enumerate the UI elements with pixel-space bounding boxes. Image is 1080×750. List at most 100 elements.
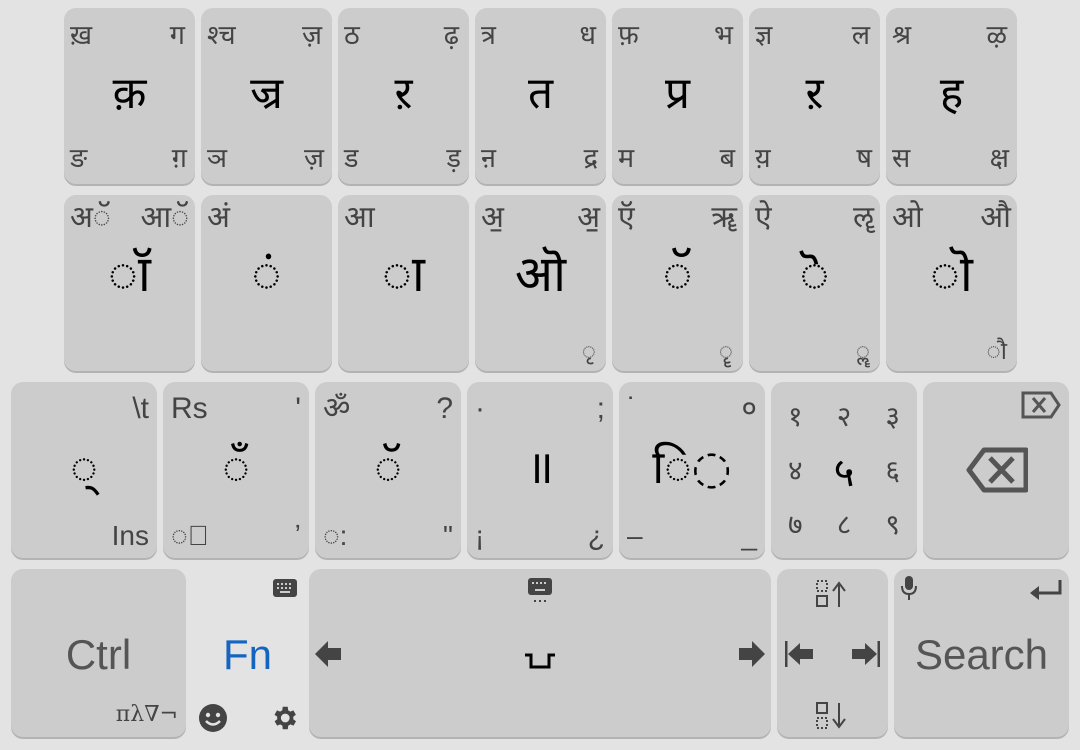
enter-icon[interactable] [1029,579,1063,601]
key-top-right: आॅ [140,200,189,235]
search-label: Search [914,631,1049,678]
key-top-right: ? [436,392,453,425]
key-top-right: औ [980,200,1011,235]
key-bottom-right: ज़ [303,143,324,174]
key-top-left: Rs [171,392,208,425]
fn-label[interactable]: Fn [190,631,305,679]
key-bottom-right: ʼ [294,520,301,551]
search-key[interactable]: Search [894,569,1069,737]
key-top-right: ज़ [301,20,322,51]
fn-area[interactable]: Fn [190,569,305,737]
key-bottom-left: ◌॒ [171,520,209,551]
key-bottom-right: ◌ॄ [718,337,733,365]
numpad-digit: ७ [788,507,803,541]
numpad-digit: ८ [836,507,852,541]
key-top-left: ॐ [323,392,351,425]
space-key[interactable] [309,569,771,737]
key-row2-2[interactable]: आ ◌ा [338,195,469,371]
key-row2-4[interactable]: ऍ ॠ ◌ॅ ◌ॄ [612,195,743,371]
microphone-icon[interactable] [900,575,918,601]
key-row2-0[interactable]: अॅ आॅ ◌ॉ [64,195,195,371]
numpad-key[interactable]: १२३ ४५६ ७८९ [771,382,917,558]
key-top-left: फ़ [618,20,639,51]
key-main: ◌ॆ [799,245,830,303]
key-main: ◌ॅ [662,245,693,303]
emoji-icon[interactable] [198,703,228,733]
key-main: ऱ [394,68,413,119]
arrow-left-icon[interactable] [315,641,343,667]
key-bottom-left: – [627,520,643,551]
backspace-key[interactable] [923,382,1069,558]
keyboard-icon[interactable] [273,579,297,597]
key-top-left: ˙ [627,392,637,425]
numpad-digit: २ [836,400,852,434]
arrow-right-icon[interactable] [737,641,765,667]
key-top-right: ढ़ [443,20,459,51]
key-row2-5[interactable]: ऐ ॡ ◌ॆ ◌ॣ [749,195,880,371]
key-row2-3[interactable]: अ॒ अ॒॒ ऒ ◌ृ [475,195,606,371]
key-bottom-left: य़ [755,143,771,174]
key-row3-0[interactable]: \t ◌् Ins [11,382,157,558]
key-bottom-right: ग़ [171,143,187,174]
key-main: ◌ॊ [930,245,973,303]
key-main: ऒ [514,245,567,303]
key-row1-1[interactable]: श्च ज़ ज्र ञ ज़ [201,8,332,184]
keyboard-switch-icon[interactable] [528,578,552,604]
key-row1-4[interactable]: फ़ भ प्र म ब [612,8,743,184]
space-icon [524,653,556,669]
key-row2-1[interactable]: अं ◌ं [201,195,332,371]
numpad-digit: ५ [833,449,855,496]
key-top-left: ऍ [618,200,635,235]
key-main: ◌ं [251,245,282,303]
key-top-right: भ [714,20,733,51]
key-bottom-right: ष [856,143,872,174]
settings-gear-icon[interactable] [269,703,299,733]
key-top-right: \t [132,392,149,425]
numpad-digit: ३ [885,400,900,434]
key-top-right: ; [596,392,605,425]
key-top-right: ॠ [711,200,737,235]
key-row1-5[interactable]: ज्ञ ल ऱ य़ ष [749,8,880,184]
page-down-icon[interactable] [815,701,849,731]
key-row1-2[interactable]: ठ ढ़ ऱ ड ड़ [338,8,469,184]
key-top-left: ख़ [70,20,93,51]
key-bottom-right: क्ष [989,143,1009,174]
key-top-right: ० [741,392,757,425]
ctrl-key[interactable]: Ctrl πλ∇¬ [11,569,186,737]
key-bottom-right: ड़ [446,143,461,174]
key-top-left: श्र [892,20,912,51]
navigation-key[interactable] [777,569,888,737]
end-icon[interactable] [850,641,880,667]
key-row3-1[interactable]: Rs ' ◌ँ ◌॒ ʼ [163,382,309,558]
key-main: ◌ॉ [108,245,151,303]
key-main: प्र [664,68,691,119]
key-main: ऱ [805,68,824,119]
key-bottom-right: ◌ॣ [855,337,870,365]
key-row1-6[interactable]: श्र ऴ ह स क्ष [886,8,1017,184]
key-top-right: ध [579,20,596,51]
key-top-left: त्र [481,20,496,51]
ctrl-sub-label: πλ∇¬ [115,702,178,727]
key-row1-0[interactable]: ख़ ग क़ ङ ग़ [64,8,195,184]
key-bottom-left: ऩ [481,143,496,174]
key-top-left: अॅ [70,200,111,235]
key-main: ◌ा [382,245,425,303]
key-top-left: अ॒ [481,200,504,235]
home-icon[interactable] [785,641,815,667]
key-bottom-right: " [443,520,453,551]
key-top-right: अ॒॒ [577,200,600,235]
ctrl-label: Ctrl [65,631,132,678]
key-top-left: ओ [892,200,923,235]
numpad-digit: ९ [885,507,900,541]
key-row3-4[interactable]: ˙ ० ि◌ – _ [619,382,765,558]
key-top-left: अं [207,200,230,235]
key-bottom-left: ञ [207,143,228,174]
numpad-digit: ६ [885,454,900,487]
key-row3-2[interactable]: ॐ ? ◌ॅ ◌: " [315,382,461,558]
key-bottom-left: ◌: [323,520,348,551]
key-bottom-right: ब [719,143,735,174]
key-row1-3[interactable]: त्र ध त ऩ द्र [475,8,606,184]
key-row2-6[interactable]: ओ औ ◌ॊ ◌ौ [886,195,1017,371]
page-up-icon[interactable] [815,579,849,609]
key-row3-3[interactable]: · ; ॥ ¡ ¿ [467,382,613,558]
